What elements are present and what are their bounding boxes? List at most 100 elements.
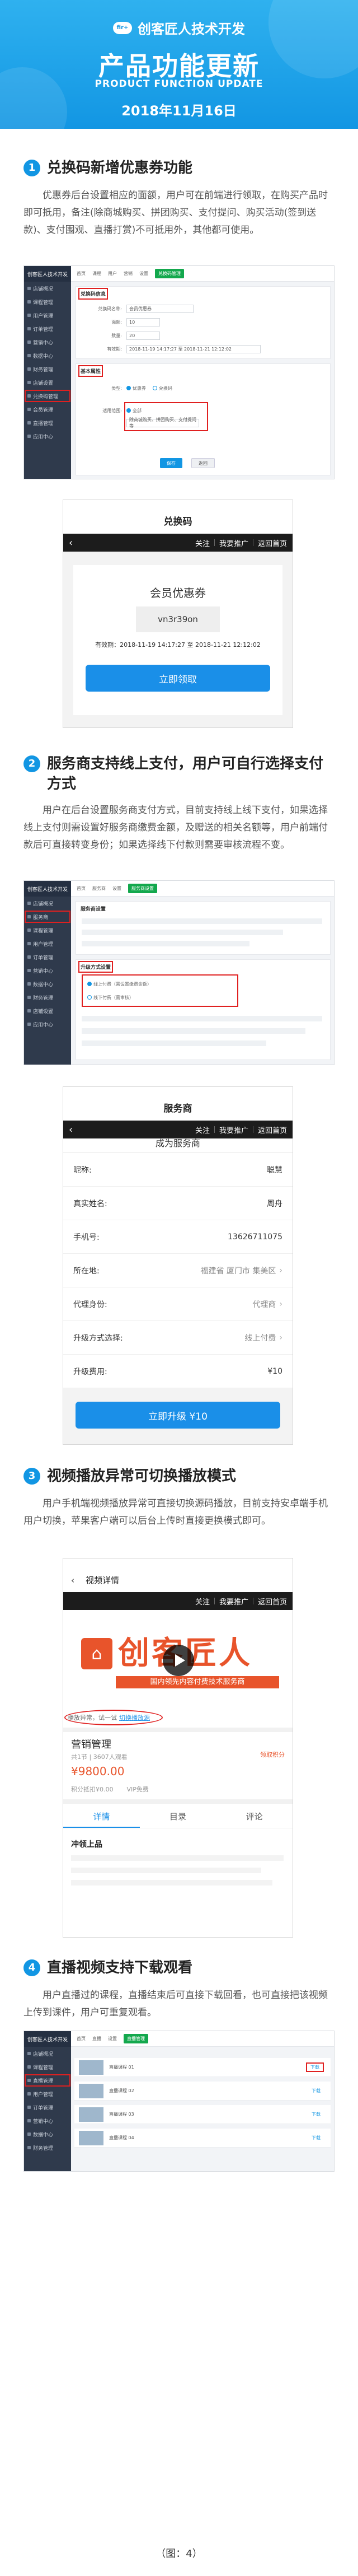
sidebar-item[interactable]: 数据中心	[24, 2127, 71, 2141]
sidebar-item[interactable]: 财务管理	[24, 991, 71, 1004]
sidebar-item[interactable]: 店铺设置	[24, 376, 71, 389]
validity-field[interactable]: 2018-11-19 14:17:27 至 2018-11-21 12:12:0…	[126, 344, 261, 353]
sidebar-item[interactable]: 店铺概况	[24, 282, 71, 295]
sidebar-item[interactable]: 财务管理	[24, 362, 71, 376]
tab[interactable]: 用户	[108, 270, 117, 277]
tab[interactable]: 首页	[77, 270, 86, 277]
nav-home[interactable]: 返回首页	[258, 1596, 287, 1607]
download-button[interactable]: 下载	[308, 2134, 324, 2141]
footer-brand: 冲领上品	[71, 1840, 102, 1849]
field-label: 适用范围:	[102, 408, 122, 413]
row-location[interactable]: 所在地: 福建省 厦门市 集美区 ›	[63, 1254, 293, 1287]
provider-settings-panel: 服务商设置	[76, 901, 331, 955]
thumbnail	[79, 2083, 103, 2098]
back-arrow-icon[interactable]: ‹	[69, 537, 73, 549]
nav-home[interactable]: 返回首页	[258, 538, 287, 548]
screen-title-text: 视频详情	[86, 1575, 120, 1585]
claim-button[interactable]: 立即领取	[86, 665, 270, 692]
admin-sidebar: 创客匠人技术开发 店铺概况 课程管理 直播管理 用户管理 订单管理 营销中心 数…	[24, 2031, 71, 2171]
sidebar-item[interactable]: 订单管理	[24, 322, 71, 335]
radio-icon[interactable]	[87, 982, 92, 986]
back-arrow-icon[interactable]: ‹	[69, 1124, 73, 1136]
radio-icon[interactable]	[87, 995, 92, 1000]
radio-icon[interactable]	[153, 386, 157, 390]
sidebar-item[interactable]: 数据中心	[24, 349, 71, 362]
section-4-description: 用户直播过的课程，直播结束后可直接下载回看，也可直接把该视频上传到课件，用户可重…	[23, 1990, 328, 2018]
row-label: 升级费用:	[73, 1367, 107, 1376]
header-banner: fir+ 创客匠人技术开发 产品功能更新 PRODUCT FUNCTION UP…	[0, 0, 358, 129]
sidebar-item[interactable]: 订单管理	[24, 2101, 71, 2114]
nav-follow[interactable]: 关注	[195, 538, 210, 548]
sidebar-item[interactable]: 店铺概况	[24, 2047, 71, 2060]
course-name: 营销管理	[71, 1739, 111, 1751]
nav-promote[interactable]: 我要推广	[219, 1596, 248, 1607]
tab[interactable]: 课程	[92, 270, 101, 277]
tab-active[interactable]: 兑换码管理	[155, 269, 184, 278]
nav-follow[interactable]: 关注	[195, 1596, 210, 1607]
coupon-info-panel: 兑换码信息 兑换码名称: 会员优惠券 面额: 10 数量: 20 有效期: 20…	[76, 286, 331, 359]
admin-topbar: 首页 直播 设置 直播管理	[71, 2031, 334, 2047]
sidebar-item[interactable]: 会员管理	[24, 403, 71, 416]
collect-points[interactable]: 领取积分	[260, 1750, 285, 1759]
sidebar-item[interactable]: 用户管理	[24, 309, 71, 322]
row-upgrade-method[interactable]: 升级方式选择: 线上付费 ›	[63, 1321, 293, 1355]
sidebar-item[interactable]: 数据中心	[24, 977, 71, 991]
coupon-name-field[interactable]: 会员优惠券	[126, 304, 194, 313]
sidebar-item[interactable]: 订单管理	[24, 950, 71, 964]
sidebar-item[interactable]: 课程管理	[24, 2060, 71, 2074]
quantity-field[interactable]: 20	[126, 331, 160, 340]
sidebar-item-provider[interactable]: 服务商	[24, 910, 71, 923]
upgrade-button[interactable]: 立即升级 ¥10	[76, 1402, 280, 1429]
sidebar-item[interactable]: 课程管理	[24, 923, 71, 937]
nav-home[interactable]: 返回首页	[258, 1124, 287, 1135]
tab[interactable]: 直播	[92, 2036, 101, 2042]
tab-active[interactable]: 服务商设置	[128, 884, 157, 893]
sidebar-item[interactable]: 直播管理	[24, 416, 71, 430]
row-agent-identity[interactable]: 代理身份: 代理商 ›	[63, 1287, 293, 1321]
tab-comments[interactable]: 评论	[216, 1806, 293, 1828]
sidebar-item[interactable]: 用户管理	[24, 937, 71, 950]
tab[interactable]: 设置	[112, 885, 121, 892]
radio-icon[interactable]	[126, 408, 131, 413]
sidebar-item[interactable]: 应用中心	[24, 430, 71, 443]
tab[interactable]: 营销	[124, 270, 133, 277]
video-player[interactable]: ⌂ 创客匠人 国内领先内容付费技术服务商	[63, 1610, 293, 1710]
face-value-field[interactable]: 10	[126, 318, 160, 326]
save-button[interactable]: 保存	[160, 458, 182, 468]
nav-promote[interactable]: 我要推广	[219, 1124, 248, 1135]
sidebar-item-coupon[interactable]: 兑换码管理	[24, 389, 71, 403]
section-1-description: 优惠券后台设置相应的面额，用户可在前端进行领取，在购买产品时即可抵用，备注(除商…	[23, 190, 328, 236]
tab[interactable]: 设置	[139, 270, 148, 277]
download-button[interactable]: 下载	[308, 2087, 324, 2094]
sidebar-item[interactable]: 课程管理	[24, 295, 71, 309]
screen-title: ‹ 视频详情	[63, 1569, 293, 1592]
sidebar-item[interactable]: 应用中心	[24, 1018, 71, 1031]
tab[interactable]: 首页	[77, 2036, 86, 2042]
download-button[interactable]: 下载	[308, 2111, 324, 2118]
radio-icon[interactable]	[126, 386, 131, 390]
tab[interactable]: 服务商	[92, 885, 106, 892]
back-arrow-icon[interactable]: ‹	[71, 1569, 74, 1592]
sidebar-item[interactable]: 店铺设置	[24, 1004, 71, 1018]
cancel-button[interactable]: 返回	[191, 458, 215, 468]
status-bar	[63, 500, 293, 510]
download-button[interactable]: 下载	[306, 2062, 324, 2072]
tab-details[interactable]: 详情	[63, 1806, 140, 1828]
sidebar-item[interactable]: 店铺概况	[24, 897, 71, 910]
sidebar-item[interactable]: 营销中心	[24, 964, 71, 977]
tab-catalog[interactable]: 目录	[140, 1806, 216, 1828]
sidebar-item[interactable]: 用户管理	[24, 2087, 71, 2101]
sidebar-item-live[interactable]: 直播管理	[24, 2074, 71, 2087]
tab[interactable]: 设置	[108, 2036, 117, 2042]
nav-follow[interactable]: 关注	[195, 1124, 210, 1135]
course-meta: 共1节 | 3607人观看	[71, 1753, 128, 1761]
tab-active[interactable]: 直播管理	[124, 2034, 148, 2043]
sidebar-item[interactable]: 财务管理	[24, 2141, 71, 2154]
tab[interactable]: 首页	[77, 885, 86, 892]
nav-promote[interactable]: 我要推广	[219, 538, 248, 548]
panel-title: 升级方式设置	[78, 961, 114, 973]
play-icon[interactable]	[163, 1645, 194, 1676]
sidebar-item[interactable]: 营销中心	[24, 2114, 71, 2127]
sidebar-item[interactable]: 营销中心	[24, 335, 71, 349]
form-row: 数量: 20	[76, 330, 160, 340]
